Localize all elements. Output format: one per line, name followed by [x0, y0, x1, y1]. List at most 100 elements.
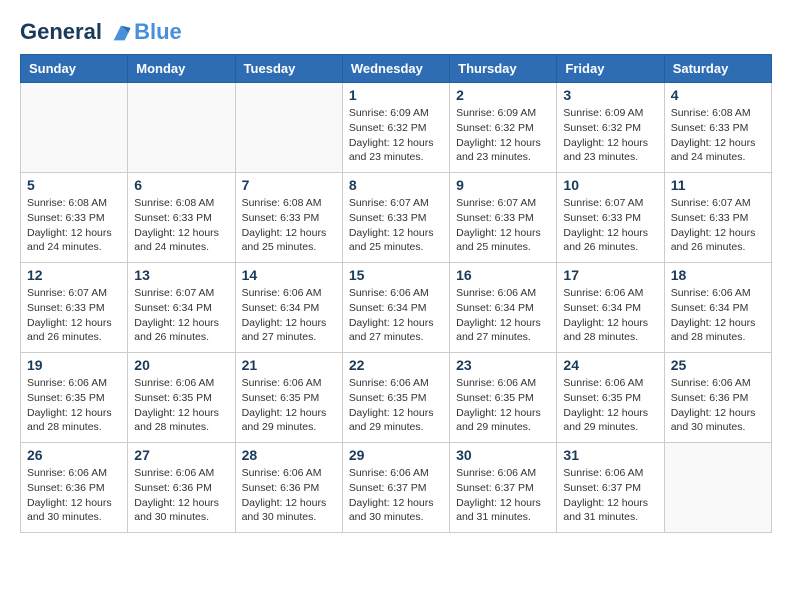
day-info: Sunrise: 6:07 AM Sunset: 6:33 PM Dayligh…	[27, 286, 121, 345]
day-info: Sunrise: 6:06 AM Sunset: 6:34 PM Dayligh…	[456, 286, 550, 345]
day-number: 3	[563, 87, 657, 103]
day-info: Sunrise: 6:09 AM Sunset: 6:32 PM Dayligh…	[456, 106, 550, 165]
week-row-1: 1 Sunrise: 6:09 AM Sunset: 6:32 PM Daylig…	[21, 83, 772, 173]
day-info: Sunrise: 6:06 AM Sunset: 6:35 PM Dayligh…	[27, 376, 121, 435]
calendar-cell: 21 Sunrise: 6:06 AM Sunset: 6:35 PM Dayli…	[235, 353, 342, 443]
day-number: 29	[349, 447, 443, 463]
calendar-cell: 26 Sunrise: 6:06 AM Sunset: 6:36 PM Dayli…	[21, 443, 128, 533]
day-info: Sunrise: 6:07 AM Sunset: 6:33 PM Dayligh…	[349, 196, 443, 255]
calendar-cell: 1 Sunrise: 6:09 AM Sunset: 6:32 PM Daylig…	[342, 83, 449, 173]
calendar-cell: 6 Sunrise: 6:08 AM Sunset: 6:33 PM Daylig…	[128, 173, 235, 263]
day-info: Sunrise: 6:06 AM Sunset: 6:37 PM Dayligh…	[456, 466, 550, 525]
day-number: 14	[242, 267, 336, 283]
day-number: 8	[349, 177, 443, 193]
day-info: Sunrise: 6:09 AM Sunset: 6:32 PM Dayligh…	[563, 106, 657, 165]
calendar-header-monday: Monday	[128, 55, 235, 83]
day-info: Sunrise: 6:06 AM Sunset: 6:37 PM Dayligh…	[349, 466, 443, 525]
day-info: Sunrise: 6:06 AM Sunset: 6:36 PM Dayligh…	[242, 466, 336, 525]
calendar-cell: 5 Sunrise: 6:08 AM Sunset: 6:33 PM Daylig…	[21, 173, 128, 263]
day-number: 25	[671, 357, 765, 373]
day-info: Sunrise: 6:07 AM Sunset: 6:33 PM Dayligh…	[456, 196, 550, 255]
day-number: 31	[563, 447, 657, 463]
day-number: 2	[456, 87, 550, 103]
calendar-header-saturday: Saturday	[664, 55, 771, 83]
calendar-header-tuesday: Tuesday	[235, 55, 342, 83]
day-number: 27	[134, 447, 228, 463]
logo-general: General	[20, 19, 102, 44]
calendar-cell: 22Sunrise: 6:06 AM Sunset: 6:35 PM Dayli…	[342, 353, 449, 443]
day-number: 13	[134, 267, 228, 283]
day-number: 30	[456, 447, 550, 463]
day-number: 19	[27, 357, 121, 373]
logo-icon	[110, 22, 132, 44]
day-info: Sunrise: 6:08 AM Sunset: 6:33 PM Dayligh…	[134, 196, 228, 255]
day-number: 23	[456, 357, 550, 373]
calendar-cell: 20 Sunrise: 6:06 AM Sunset: 6:35 PM Dayli…	[128, 353, 235, 443]
day-info: Sunrise: 6:08 AM Sunset: 6:33 PM Dayligh…	[671, 106, 765, 165]
day-info: Sunrise: 6:06 AM Sunset: 6:34 PM Dayligh…	[242, 286, 336, 345]
day-info: Sunrise: 6:06 AM Sunset: 6:35 PM Dayligh…	[134, 376, 228, 435]
week-row-2: 5 Sunrise: 6:08 AM Sunset: 6:33 PM Daylig…	[21, 173, 772, 263]
day-number: 1	[349, 87, 443, 103]
day-number: 6	[134, 177, 228, 193]
day-info: Sunrise: 6:06 AM Sunset: 6:34 PM Dayligh…	[563, 286, 657, 345]
day-info: Sunrise: 6:06 AM Sunset: 6:34 PM Dayligh…	[349, 286, 443, 345]
calendar-cell: 27 Sunrise: 6:06 AM Sunset: 6:36 PM Dayli…	[128, 443, 235, 533]
calendar-cell: 12Sunrise: 6:07 AM Sunset: 6:33 PM Dayli…	[21, 263, 128, 353]
day-info: Sunrise: 6:09 AM Sunset: 6:32 PM Dayligh…	[349, 106, 443, 165]
calendar-cell: 10 Sunrise: 6:07 AM Sunset: 6:33 PM Dayli…	[557, 173, 664, 263]
calendar-cell: 9Sunrise: 6:07 AM Sunset: 6:33 PM Daylig…	[450, 173, 557, 263]
day-info: Sunrise: 6:06 AM Sunset: 6:35 PM Dayligh…	[563, 376, 657, 435]
calendar-cell: 14 Sunrise: 6:06 AM Sunset: 6:34 PM Dayli…	[235, 263, 342, 353]
day-number: 15	[349, 267, 443, 283]
week-row-4: 19 Sunrise: 6:06 AM Sunset: 6:35 PM Dayli…	[21, 353, 772, 443]
day-number: 4	[671, 87, 765, 103]
logo: General Blue	[20, 20, 182, 44]
calendar-cell: 16 Sunrise: 6:06 AM Sunset: 6:34 PM Dayli…	[450, 263, 557, 353]
day-info: Sunrise: 6:07 AM Sunset: 6:34 PM Dayligh…	[134, 286, 228, 345]
calendar-cell: 18Sunrise: 6:06 AM Sunset: 6:34 PM Dayli…	[664, 263, 771, 353]
day-number: 21	[242, 357, 336, 373]
calendar-header-sunday: Sunday	[21, 55, 128, 83]
day-number: 7	[242, 177, 336, 193]
day-info: Sunrise: 6:08 AM Sunset: 6:33 PM Dayligh…	[242, 196, 336, 255]
calendar-cell: 28Sunrise: 6:06 AM Sunset: 6:36 PM Dayli…	[235, 443, 342, 533]
day-number: 18	[671, 267, 765, 283]
calendar-header-friday: Friday	[557, 55, 664, 83]
day-info: Sunrise: 6:06 AM Sunset: 6:36 PM Dayligh…	[27, 466, 121, 525]
calendar-cell: 3 Sunrise: 6:09 AM Sunset: 6:32 PM Daylig…	[557, 83, 664, 173]
calendar-cell: 24 Sunrise: 6:06 AM Sunset: 6:35 PM Dayli…	[557, 353, 664, 443]
calendar-cell: 8 Sunrise: 6:07 AM Sunset: 6:33 PM Daylig…	[342, 173, 449, 263]
calendar-table: SundayMondayTuesdayWednesdayThursdayFrid…	[20, 54, 772, 533]
calendar-cell	[235, 83, 342, 173]
calendar-cell	[21, 83, 128, 173]
week-row-5: 26 Sunrise: 6:06 AM Sunset: 6:36 PM Dayli…	[21, 443, 772, 533]
day-info: Sunrise: 6:06 AM Sunset: 6:35 PM Dayligh…	[242, 376, 336, 435]
day-number: 20	[134, 357, 228, 373]
calendar-header-row: SundayMondayTuesdayWednesdayThursdayFrid…	[21, 55, 772, 83]
day-number: 11	[671, 177, 765, 193]
day-number: 10	[563, 177, 657, 193]
logo-blue: Blue	[134, 20, 182, 44]
calendar-cell: 25 Sunrise: 6:06 AM Sunset: 6:36 PM Dayli…	[664, 353, 771, 443]
day-info: Sunrise: 6:06 AM Sunset: 6:35 PM Dayligh…	[456, 376, 550, 435]
day-info: Sunrise: 6:08 AM Sunset: 6:33 PM Dayligh…	[27, 196, 121, 255]
calendar-cell: 11 Sunrise: 6:07 AM Sunset: 6:33 PM Dayli…	[664, 173, 771, 263]
day-info: Sunrise: 6:07 AM Sunset: 6:33 PM Dayligh…	[563, 196, 657, 255]
day-number: 5	[27, 177, 121, 193]
calendar-cell: 30 Sunrise: 6:06 AM Sunset: 6:37 PM Dayli…	[450, 443, 557, 533]
calendar-cell: 31Sunrise: 6:06 AM Sunset: 6:37 PM Dayli…	[557, 443, 664, 533]
calendar-header-wednesday: Wednesday	[342, 55, 449, 83]
calendar-cell	[128, 83, 235, 173]
day-number: 16	[456, 267, 550, 283]
calendar-cell: 29 Sunrise: 6:06 AM Sunset: 6:37 PM Dayli…	[342, 443, 449, 533]
day-number: 24	[563, 357, 657, 373]
calendar-header-thursday: Thursday	[450, 55, 557, 83]
week-row-3: 12Sunrise: 6:07 AM Sunset: 6:33 PM Dayli…	[21, 263, 772, 353]
day-number: 26	[27, 447, 121, 463]
day-info: Sunrise: 6:06 AM Sunset: 6:36 PM Dayligh…	[134, 466, 228, 525]
calendar-cell: 13 Sunrise: 6:07 AM Sunset: 6:34 PM Dayli…	[128, 263, 235, 353]
day-info: Sunrise: 6:06 AM Sunset: 6:36 PM Dayligh…	[671, 376, 765, 435]
calendar-cell: 23 Sunrise: 6:06 AM Sunset: 6:35 PM Dayli…	[450, 353, 557, 443]
day-info: Sunrise: 6:07 AM Sunset: 6:33 PM Dayligh…	[671, 196, 765, 255]
